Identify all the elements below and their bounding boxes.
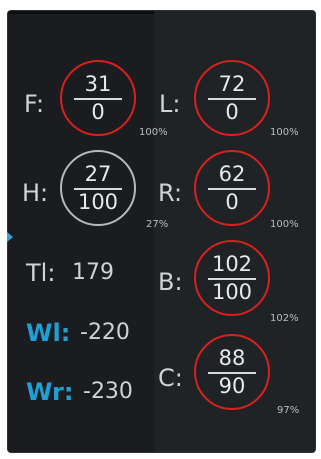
- gauge-l-bottom-value: 0: [225, 100, 239, 124]
- gauge-r-label: R:: [158, 179, 183, 207]
- gauge-r-top-value: 62: [218, 162, 246, 186]
- gauge-b-ring: 102 100: [194, 240, 270, 316]
- gauge-r-bottom-value: 0: [225, 190, 239, 214]
- gauge-c-top-value: 88: [218, 346, 246, 370]
- expand-arrow-icon[interactable]: [7, 232, 13, 242]
- gauge-r-percent: 100%: [270, 219, 299, 230]
- gauge-l-top-value: 72: [218, 72, 246, 96]
- stat-tl-value: 179: [72, 260, 114, 285]
- stat-tl-label: Tl:: [26, 259, 56, 287]
- gauge-f-bottom-value: 0: [91, 100, 105, 124]
- gauge-f-label: F:: [24, 90, 45, 118]
- gauge-b-label: B:: [158, 268, 183, 296]
- stat-wr-value: -230: [83, 379, 133, 404]
- gauge-c-label: C:: [158, 364, 183, 392]
- gauge-f-percent: 100%: [139, 127, 168, 138]
- gauge-l-ring: 72 0: [194, 60, 270, 136]
- gauge-f-top-value: 31: [84, 72, 112, 96]
- gauge-c-ring: 88 90: [194, 334, 270, 410]
- gauge-l-percent: 100%: [270, 127, 299, 138]
- gauge-c-percent: 97%: [277, 405, 300, 416]
- gauge-h-top-value: 27: [84, 162, 112, 186]
- gauge-c-bottom-value: 90: [218, 374, 246, 398]
- gauge-h-bottom-value: 100: [77, 190, 119, 214]
- stat-wr-label: Wr:: [26, 378, 74, 406]
- gauge-l-label: L:: [159, 90, 181, 118]
- gauge-h-ring: 27 100: [60, 150, 136, 226]
- gauge-f-ring: 31 0: [60, 60, 136, 136]
- stat-wl-label: Wl:: [26, 319, 71, 347]
- gauge-h-percent: 27%: [146, 219, 169, 230]
- gauge-h-label: H:: [22, 179, 49, 207]
- gauge-b-bottom-value: 100: [211, 280, 253, 304]
- stat-wl-value: -220: [80, 320, 130, 345]
- gauge-b-percent: 102%: [270, 313, 299, 324]
- gauge-b-top-value: 102: [211, 252, 253, 276]
- gauge-r-ring: 62 0: [194, 150, 270, 226]
